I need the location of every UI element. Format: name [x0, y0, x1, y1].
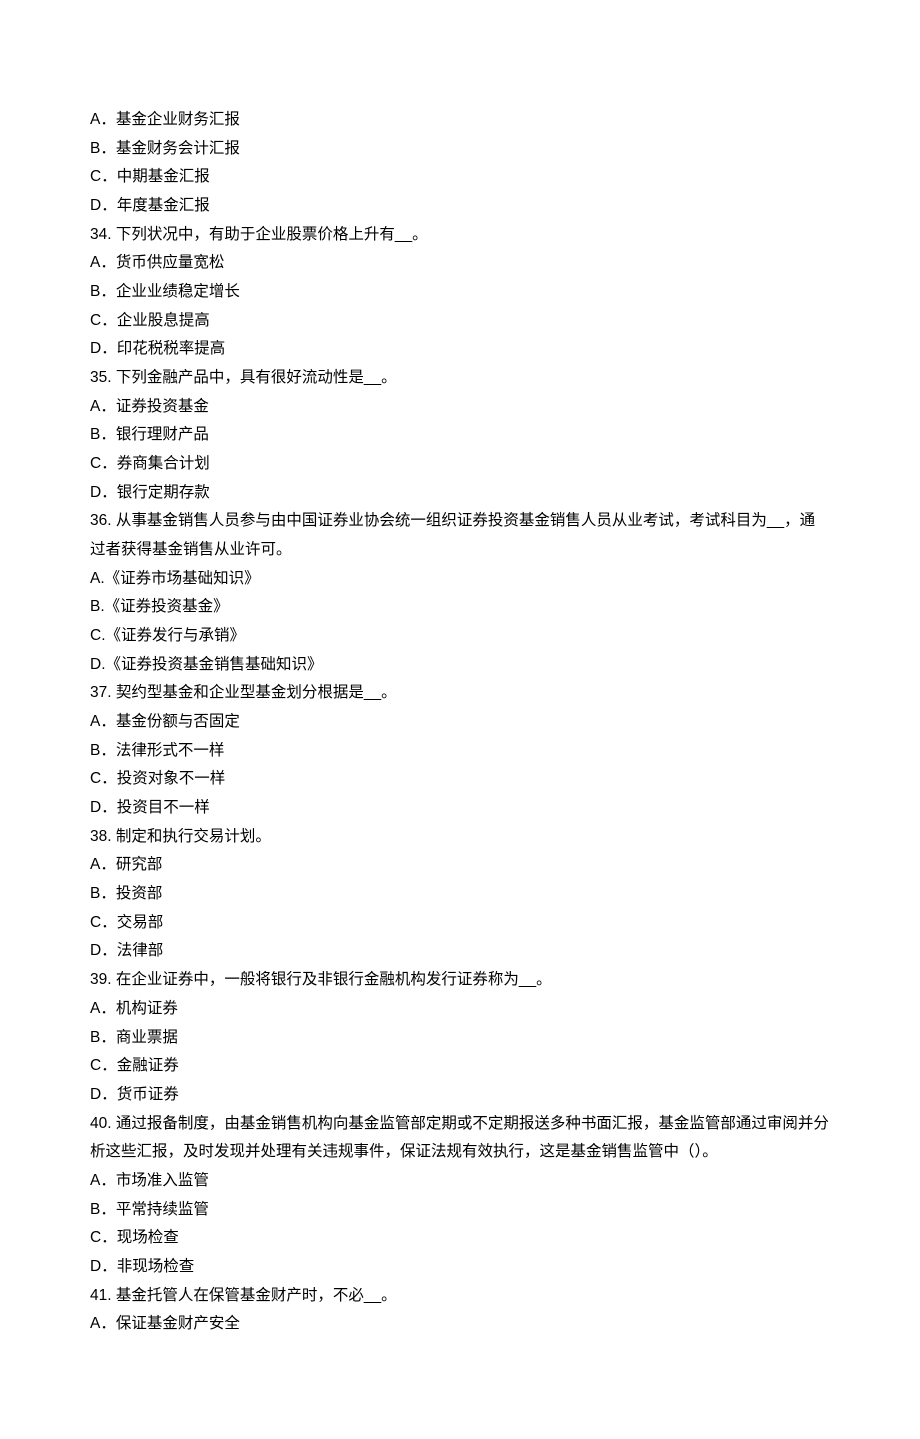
q40-stem: 40. 通过报备制度，由基金销售机构向基金监管部定期或不定期报送多种书面汇报，基…	[90, 1110, 830, 1167]
q36-option-d: D.《证券投资基金销售基础知识》	[90, 651, 830, 680]
q34-option-a: A．货币供应量宽松	[90, 249, 830, 278]
q38-option-a: A．研究部	[90, 851, 830, 880]
q36-option-b: B.《证券投资基金》	[90, 593, 830, 622]
q37-option-d: D．投资目不一样	[90, 794, 830, 823]
q39-option-c: C．金融证券	[90, 1052, 830, 1081]
q33-option-d: D．年度基金汇报	[90, 192, 830, 221]
q34-option-b: B．企业业绩稳定增长	[90, 278, 830, 307]
q40-option-a: A．市场准入监管	[90, 1167, 830, 1196]
q39-option-d: D．货币证券	[90, 1081, 830, 1110]
q36-option-a: A.《证券市场基础知识》	[90, 565, 830, 594]
q35-option-b: B．银行理财产品	[90, 421, 830, 450]
q38-stem: 38. 制定和执行交易计划。	[90, 823, 830, 852]
q36-stem: 36. 从事基金销售人员参与由中国证券业协会统一组织证券投资基金销售人员从业考试…	[90, 507, 830, 564]
q34-option-d: D．印花税税率提高	[90, 335, 830, 364]
q37-option-a: A．基金份额与否固定	[90, 708, 830, 737]
q38-option-d: D．法律部	[90, 937, 830, 966]
q33-option-b: B．基金财务会计汇报	[90, 135, 830, 164]
q40-option-c: C．现场检查	[90, 1224, 830, 1253]
q40-option-d: D．非现场检查	[90, 1253, 830, 1282]
q33-option-a: A．基金企业财务汇报	[90, 106, 830, 135]
q41-option-a: A．保证基金财产安全	[90, 1310, 830, 1339]
q35-option-a: A．证券投资基金	[90, 393, 830, 422]
q37-stem: 37. 契约型基金和企业型基金划分根据是__。	[90, 679, 830, 708]
q39-option-a: A．机构证券	[90, 995, 830, 1024]
q37-option-c: C．投资对象不一样	[90, 765, 830, 794]
q35-option-d: D．银行定期存款	[90, 479, 830, 508]
q40-option-b: B．平常持续监管	[90, 1196, 830, 1225]
q39-stem: 39. 在企业证券中，一般将银行及非银行金融机构发行证券称为__。	[90, 966, 830, 995]
q41-stem: 41. 基金托管人在保管基金财产时，不必__。	[90, 1282, 830, 1311]
q38-option-b: B．投资部	[90, 880, 830, 909]
q39-option-b: B．商业票据	[90, 1024, 830, 1053]
q36-option-c: C.《证券发行与承销》	[90, 622, 830, 651]
q33-option-c: C．中期基金汇报	[90, 163, 830, 192]
q34-stem: 34. 下列状况中，有助于企业股票价格上升有__。	[90, 221, 830, 250]
q38-option-c: C．交易部	[90, 909, 830, 938]
q34-option-c: C．企业股息提高	[90, 307, 830, 336]
q37-option-b: B．法律形式不一样	[90, 737, 830, 766]
q35-stem: 35. 下列金融产品中，具有很好流动性是__。	[90, 364, 830, 393]
document-page: A．基金企业财务汇报 B．基金财务会计汇报 C．中期基金汇报 D．年度基金汇报 …	[0, 0, 920, 1439]
q35-option-c: C．券商集合计划	[90, 450, 830, 479]
